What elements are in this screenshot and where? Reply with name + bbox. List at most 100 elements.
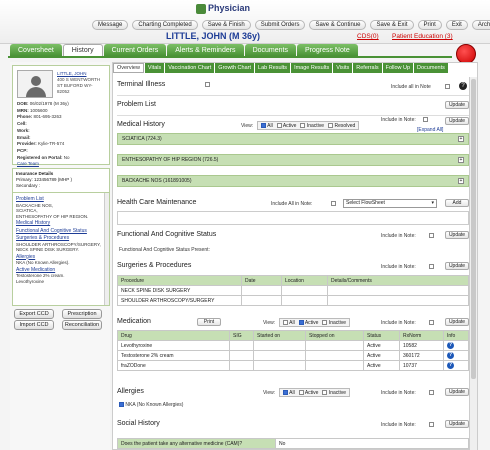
submit-orders-button[interactable]: Submit Orders [254,20,306,30]
print-button[interactable]: Print [417,20,442,30]
expand-plus-icon[interactable]: + [458,157,464,163]
table-row[interactable]: SHOULDER ARTHROSCOPY/SURGERY [117,295,469,306]
filter-all[interactable]: All [261,123,273,129]
main-scrollbar[interactable] [469,77,477,450]
social-include-checkbox[interactable] [429,422,434,427]
table-row[interactable]: Testosterone 2% cream Active 360172 ? [117,350,469,361]
app-window: Physician Message Charting Completed Sav… [0,0,490,450]
info-icon[interactable]: ? [447,342,454,349]
subtab-documents[interactable]: Documents [414,63,448,73]
functional-include-checkbox[interactable] [429,233,434,238]
hcm-include-checkbox[interactable] [331,201,336,206]
surgeries-include-checkbox[interactable] [429,264,434,269]
column-header: SIG [229,330,254,341]
medication-update-button[interactable]: Update [445,318,469,326]
summary-scrollbar[interactable] [104,193,109,305]
tab-progress-note[interactable]: Progress Note [296,44,358,56]
medication-print-button[interactable]: Print [197,318,221,326]
allergies-update-button[interactable]: Update [445,388,469,396]
hcm-content [117,211,469,225]
medical-history-update-button[interactable]: Update [445,117,469,125]
social-update-button[interactable]: Update [445,420,469,428]
subtab-growth-chart[interactable]: Growth Chart [215,63,255,73]
message-button[interactable]: Message [92,20,129,30]
include-all-note-checkbox[interactable] [445,84,450,89]
subtab-referrals[interactable]: Referrals [353,63,382,73]
functional-update-button[interactable]: Update [445,231,469,239]
export-ccd-button[interactable]: Export CCD [14,309,54,319]
info-icon[interactable]: ? [447,362,454,369]
filter-active[interactable]: Active [276,123,296,129]
social-answer: No [275,438,469,449]
medication-include-checkbox[interactable] [429,320,434,325]
exit-button[interactable]: Exit [445,20,468,30]
demo-row: Registered on Portal: No [17,154,70,160]
demo-row: Email: [17,134,31,140]
column-header: Drug [117,330,230,341]
summary-functional-link[interactable]: Functional And Cognitive Status [16,228,106,235]
tab-documents[interactable]: Documents [244,44,296,56]
table-cell: Active [363,350,400,361]
allergies-include-checkbox[interactable] [429,390,434,395]
table-row[interactable]: NECK SPINE DISK SURGERY [117,285,469,296]
filter-inactive[interactable]: Inactive [300,123,324,129]
save-finish-button[interactable]: Save & Finish [201,20,251,30]
flowsheet-select[interactable]: Select FlowSheet ▾ [343,199,437,208]
terminal-illness-checkbox[interactable] [205,82,210,87]
tab-alerts-reminders[interactable]: Alerts & Reminders [167,44,244,56]
subtab-visits[interactable]: Visits [333,63,353,73]
demo-row: Cell: [17,121,27,127]
scrollbar-thumb[interactable] [471,79,476,379]
summary-medical-history-link[interactable]: Medical History [16,220,106,227]
filter-inactive[interactable]: Inactive [322,320,346,326]
table-row[interactable]: fraZODone Active 10737 ? [117,360,469,371]
prescription-button[interactable]: Prescription [62,309,102,319]
medical-history-row[interactable]: ENTHESOPATHY OF HIP REGION (726.5) + [117,154,469,166]
archive-button[interactable]: Archive [471,20,490,30]
save-exit-button[interactable]: Save & Exit [370,20,414,30]
table-row[interactable]: Levothyroxine Active 10582 ? [117,340,469,351]
medical-history-section: Medical History View: All Active Inactiv… [117,117,469,189]
filter-active[interactable]: Active [298,390,318,396]
expand-plus-icon[interactable]: + [458,136,464,142]
medical-history-include-checkbox[interactable] [423,117,428,122]
hcm-add-button[interactable]: Add [445,199,469,207]
medical-history-title: Medical History [117,121,165,128]
help-icon[interactable]: ? [459,82,467,90]
cds-link[interactable]: CDS(0) [357,33,379,40]
alert-button[interactable] [456,44,476,64]
filter-resolved[interactable]: Resolved [328,123,355,129]
table-row[interactable]: Does the patient take any alternative me… [117,438,469,449]
filter-all[interactable]: All [283,320,295,326]
info-icon[interactable]: ? [447,352,454,359]
subtab-vitals[interactable]: Vitals [144,63,165,73]
expand-plus-icon[interactable]: + [458,178,464,184]
subtab-follow-up[interactable]: Follow Up [382,63,414,73]
save-continue-button[interactable]: Save & Continue [309,20,367,30]
charting-completed-button[interactable]: Charting Completed [132,20,198,30]
medical-history-row[interactable]: BACKACHE NOS (161891005) + [117,175,469,187]
medical-history-filter: All Active Inactive Resolved [257,121,360,130]
demo-row: Provider: Kylie-TR-574 [17,141,65,147]
subtab-overview[interactable]: Overview [113,63,144,73]
tab-history[interactable]: History [62,44,103,56]
table-cell [327,285,469,296]
filter-inactive[interactable]: Inactive [322,390,346,396]
problem-list-update-button[interactable]: Update [445,101,469,109]
filter-active[interactable]: Active [298,320,318,326]
tab-current-orders[interactable]: Current Orders [103,44,167,56]
subtab-vaccination-chart[interactable]: Vaccination Chart [165,63,215,73]
table-cell [281,285,328,296]
reconciliation-button[interactable]: Reconciliation [62,320,102,330]
app-logo: Physician [196,3,250,14]
allergy-checkbox[interactable] [119,402,124,408]
patient-education-link[interactable]: Patient Education (3) [392,33,453,40]
medical-history-row[interactable]: SCIATICA (724.3) + [117,133,469,145]
import-ccd-button[interactable]: Import CCD [14,320,54,330]
filter-all[interactable]: All [283,390,295,396]
column-header: Location [281,275,328,286]
surgeries-update-button[interactable]: Update [445,262,469,270]
subtab-lab-results[interactable]: Lab Results [255,63,291,73]
subtab-image-results[interactable]: Image Results [291,63,333,73]
tab-coversheet[interactable]: Coversheet [10,44,62,56]
